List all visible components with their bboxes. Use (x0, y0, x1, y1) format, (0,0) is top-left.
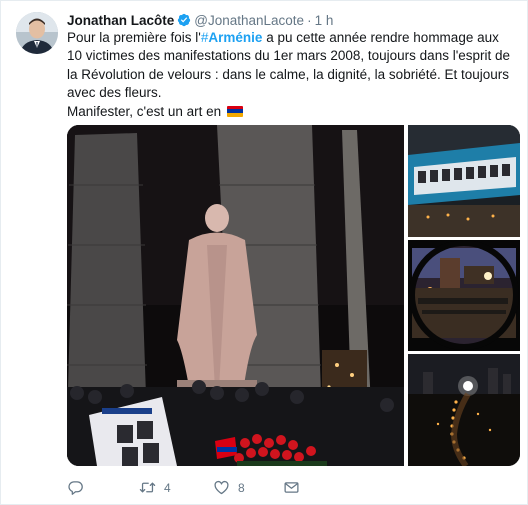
avatar-photo (16, 12, 58, 54)
banner-with-portraits-photo (408, 125, 520, 237)
armenia-flag-icon (226, 105, 243, 117)
banner-photo[interactable] (408, 125, 520, 237)
reply-icon (68, 481, 83, 495)
circular-view-photo[interactable] (408, 240, 520, 351)
retweet-button[interactable]: 4 (139, 479, 171, 496)
candles-photo[interactable] (408, 354, 520, 466)
tweet-actions: 4 8 (67, 479, 397, 497)
tweet-card[interactable]: Jonathan Lacôte @JonathanLacote · 1 h Po… (0, 0, 528, 505)
media-grid (67, 125, 520, 466)
tweet-text-part1: Pour la première fois l' (67, 30, 201, 45)
heart-icon (214, 480, 229, 495)
tweet-header: Jonathan Lacôte @JonathanLacote · 1 h (67, 11, 333, 29)
retweet-count: 4 (164, 480, 171, 495)
separator-dot: · (307, 12, 312, 28)
square-at-night-photo (408, 240, 520, 351)
reply-button[interactable] (67, 479, 92, 496)
avatar[interactable] (16, 12, 58, 54)
verified-badge-icon (178, 13, 191, 27)
author-handle[interactable]: @JonathanLacote (194, 13, 304, 28)
author-name[interactable]: Jonathan Lacôte (67, 13, 174, 28)
direct-message-button[interactable] (283, 479, 308, 496)
candles-on-ground-photo (408, 354, 520, 466)
envelope-icon (284, 482, 299, 493)
tweet-text-line2: Manifester, c'est un art en (67, 103, 222, 119)
main-photo[interactable] (67, 125, 404, 466)
hashtag-link[interactable]: #Arménie (201, 30, 263, 45)
tweet-text: Pour la première fois l'#Arménie a pu ce… (67, 29, 517, 121)
statue-at-night-photo (67, 125, 404, 466)
hashtag-word: Arménie (208, 30, 263, 45)
tweet-timestamp[interactable]: 1 h (315, 13, 334, 28)
like-count: 8 (238, 480, 245, 495)
retweet-icon (139, 482, 156, 493)
like-button[interactable]: 8 (213, 479, 245, 496)
